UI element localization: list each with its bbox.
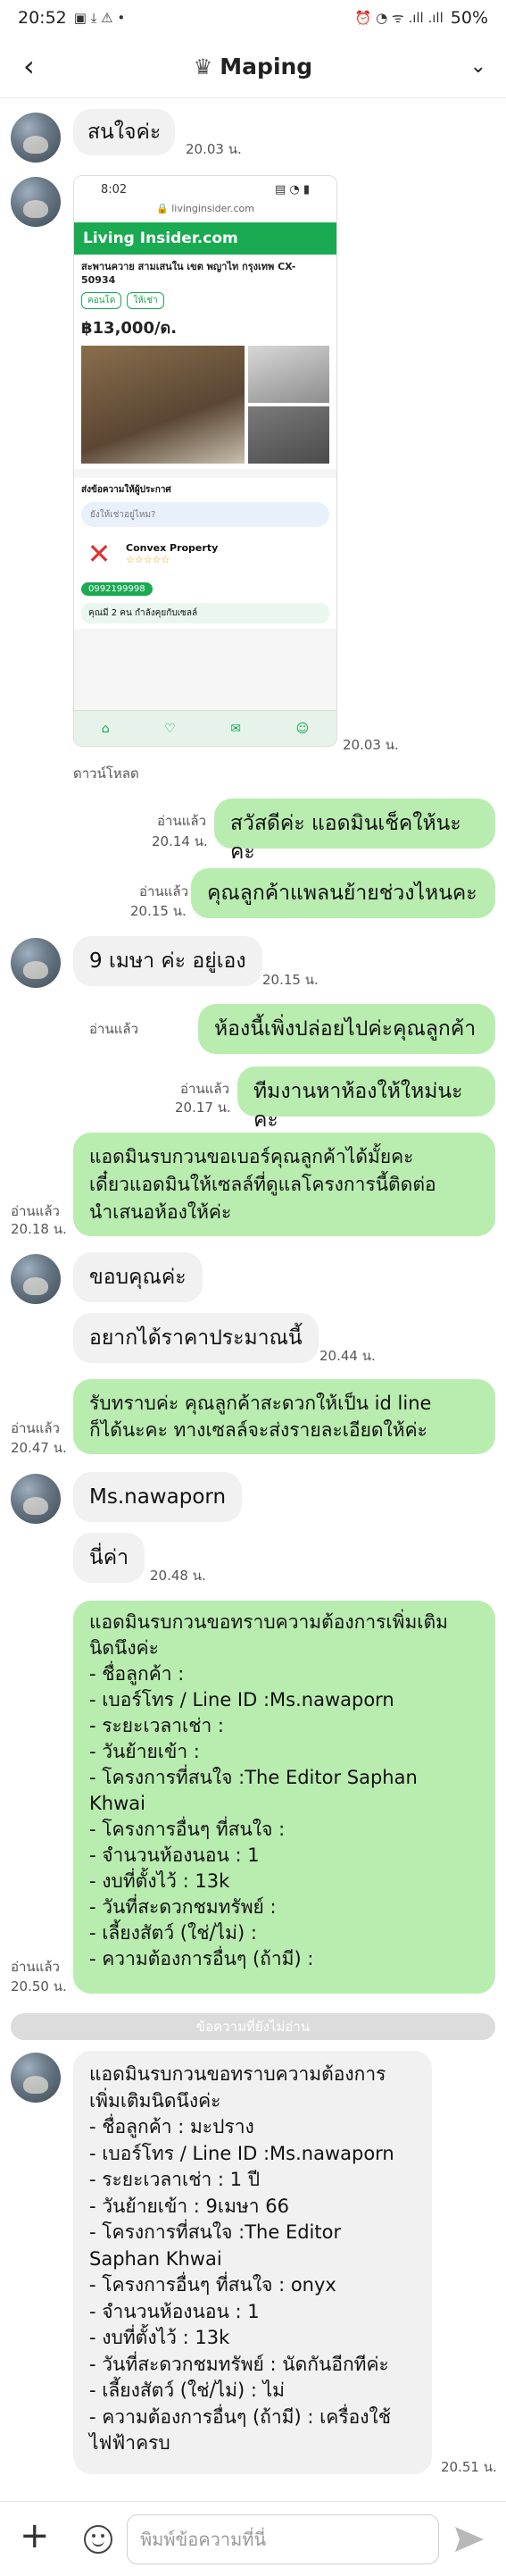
clock: 20:52 [18, 8, 67, 28]
read-receipt: อ่านแล้ว [157, 813, 206, 829]
screenshot-call-button: 0992199998 [81, 582, 153, 596]
message-bubble-outgoing[interactable]: ทีมงานหาห้องให้ใหม่นะคะ [237, 1066, 495, 1132]
heart-icon: ♡ [164, 721, 176, 736]
read-receipt: อ่านแล้ว [11, 1420, 60, 1436]
avatar[interactable] [11, 1474, 61, 1524]
message-bubble-outgoing[interactable]: สวัสดีค่ะ แอดมินเช็คให้นะคะ [214, 799, 495, 864]
room-photo [247, 406, 329, 464]
avatar[interactable] [11, 938, 61, 988]
screenshot-brand: Living Insider.com [83, 230, 238, 247]
message-time: 20.03 น. [343, 737, 399, 753]
message-input[interactable] [127, 2514, 439, 2564]
read-receipt: อ่านแล้ว [11, 1959, 60, 1975]
message-time: 20.44 น. [319, 1348, 376, 1364]
message-time: 20.15 น. [262, 972, 319, 988]
screenshot-photos [81, 346, 329, 464]
message-bubble-incoming[interactable]: ขอบคุณค่ะ [73, 1252, 203, 1302]
status-bar: 20:52 ▣ ⤓ ⚠ • ⏰ ◔ ᯤ .ıll .ıll 50% [0, 0, 506, 36]
battery-level: 50% [450, 8, 488, 28]
send-icon[interactable] [452, 2522, 487, 2557]
message-bubble-incoming[interactable]: นี่ค่า [73, 1533, 145, 1583]
message-bubble-incoming[interactable]: 9 เมษา ค่ะ อยู่เอง [73, 936, 262, 986]
message-bubble-incoming[interactable]: Ms.nawaporn [73, 1472, 243, 1522]
message-time: 20.47 น. [11, 1440, 67, 1456]
room-photo [81, 346, 245, 464]
message-bubble-outgoing[interactable]: รับทราบค่ะ คุณลูกค้าสะดวกให้เป็น id line… [73, 1379, 495, 1454]
home-icon: ⌂ [101, 721, 110, 736]
shared-screenshot-image[interactable]: 8:02 ▤ ◔ ▮ 🔒 livinginsider.com Living In… [73, 175, 337, 747]
message-time: 20.50 น. [11, 1978, 67, 1995]
screenshot-listing-title: สะพานควาย สามเสนใน เขต พญาไท กรุงเทพ CX-… [81, 261, 296, 286]
avatar[interactable] [11, 1254, 61, 1304]
download-link[interactable]: ดาวน์โหลด [73, 763, 139, 784]
avatar[interactable] [11, 177, 61, 227]
plus-icon[interactable]: + [20, 2518, 50, 2554]
screenshot-signal-icons: ▤ ◔ ▮ [274, 182, 310, 197]
screenshot-url: 🔒 livinginsider.com [74, 203, 336, 222]
message-time: 20.15 น. [130, 903, 187, 919]
message-time: 20.14 น. [152, 833, 208, 849]
chat-title: ♛ Maping [194, 54, 312, 79]
user-icon: ☺ [295, 721, 310, 736]
message-time: 20.03 น. [186, 141, 242, 157]
message-time: 20.51 น. [441, 2459, 497, 2475]
read-receipt: อ่านแล้ว [89, 1021, 138, 1037]
message-bubble-incoming[interactable]: สนใจค่ะ [73, 109, 176, 155]
message-input-bar: + [0, 2501, 506, 2576]
avatar[interactable] [11, 2053, 61, 2103]
crown-icon: ♛ [193, 54, 213, 79]
message-bubble-incoming[interactable]: อยากได้ราคาประมาณนี้ [73, 1313, 319, 1363]
emoji-icon[interactable] [84, 2525, 112, 2554]
chat-name: Maping [220, 54, 313, 79]
screenshot-contact-heading: ส่งข้อความให้ผู้ประกาศ [81, 485, 171, 495]
screenshot-footer: ⌂ ♡ ✉ ☺ [74, 710, 336, 746]
screenshot-agent-name: Convex Property [126, 542, 219, 554]
chat-header: ‹ ♛ Maping ⌄ [0, 36, 506, 98]
notification-icons: ▣ ⤓ ⚠ • [73, 10, 126, 26]
message-time: 20.48 น. [150, 1568, 206, 1584]
message-bubble-outgoing[interactable]: คุณลูกค้าแพลนย้ายช่วงไหนคะ [191, 868, 495, 918]
message-time: 20.17 น. [175, 1100, 231, 1116]
room-photo [247, 346, 329, 403]
message-bubble-outgoing[interactable]: แอดมินรบกวนขอเบอร์คุณลูกค้าได้มั้ยคะ เดี… [73, 1133, 495, 1236]
screenshot-brand-bar: Living Insider.com [74, 222, 336, 255]
screenshot-banner: คุณมี 2 คน กำลังคุยกับเซลล์ [81, 603, 329, 623]
agent-logo: ✕ [81, 536, 117, 572]
screenshot-input-hint: ยังให้เช่าอยู่ไหม? [81, 502, 329, 527]
chat-icon: ✉ [230, 721, 242, 736]
message-bubble-incoming[interactable]: แอดมินรบกวนขอทราบความต้องการ เพิ่มเติมนิ… [73, 2051, 432, 2474]
screenshot-time: 8:02 [101, 182, 128, 197]
message-bubble-outgoing[interactable]: แอดมินรบกวนขอทราบความต้องการเพิ่มเติม นิ… [73, 1601, 495, 1994]
avatar[interactable] [11, 113, 61, 163]
screenshot-price: ฿13,000/ด. [81, 319, 178, 338]
read-receipt: อ่านแล้ว [139, 883, 188, 899]
chevron-down-icon[interactable]: ⌄ [470, 55, 486, 78]
screenshot-tag: คอนโด [81, 292, 122, 309]
screenshot-tag: ให้เช่า [127, 292, 164, 309]
back-icon[interactable]: ‹ [23, 52, 35, 80]
signal-icons: ⏰ ◔ ᯤ .ıll .ıll [354, 10, 444, 26]
message-time: 20.18 น. [11, 1221, 67, 1237]
rating-stars-icon: ☆☆☆☆☆ [126, 554, 170, 565]
message-bubble-outgoing[interactable]: ห้องนี้เพิ่งปล่อยไปค่ะคุณลูกค้า [198, 1004, 495, 1054]
unread-divider: ข้อความที่ยังไม่อ่าน [11, 2013, 495, 2040]
